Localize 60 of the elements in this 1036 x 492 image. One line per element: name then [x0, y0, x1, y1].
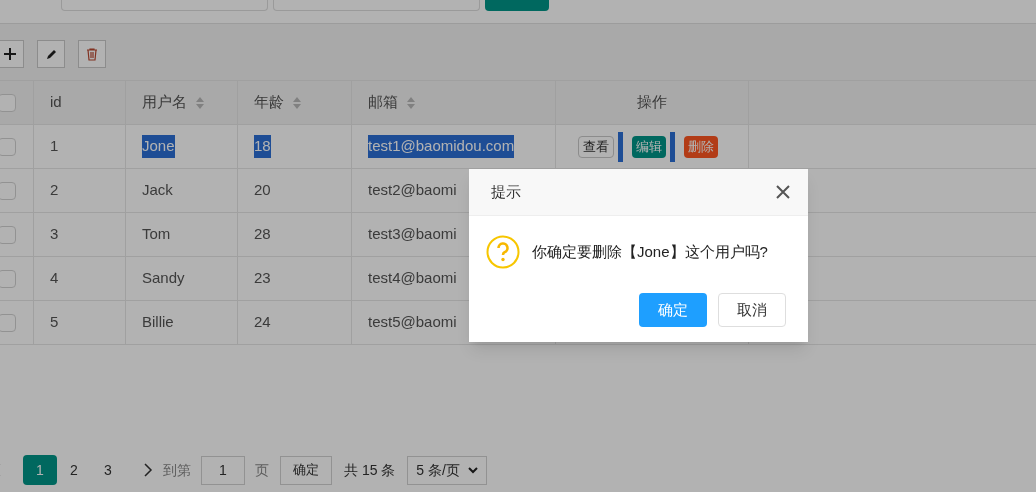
pencil-icon	[44, 47, 58, 61]
selection-highlight	[670, 131, 675, 162]
table-cell-text: 23	[254, 268, 271, 289]
page-input[interactable]: 1	[201, 455, 245, 485]
table-cell-text: test3@baomi	[368, 224, 457, 245]
chevron-right-icon[interactable]	[143, 463, 153, 477]
close-icon[interactable]	[776, 185, 790, 199]
table-cell-text: Sandy	[142, 268, 185, 289]
column-header: 年龄	[254, 92, 284, 113]
confirm-button[interactable]: 确定	[280, 455, 332, 485]
column-header: 用户名	[142, 92, 187, 113]
table-cell-text: Tom	[142, 224, 171, 245]
column-header: 邮箱	[368, 92, 398, 113]
selection-highlight	[618, 131, 623, 162]
toolbar-button[interactable]	[37, 40, 65, 68]
trash-icon	[85, 47, 99, 61]
table-cell-text: 2	[50, 180, 59, 201]
table-cell-text: 4	[50, 268, 59, 289]
checkbox[interactable]	[0, 269, 16, 288]
table-cell-text: test4@baomi	[368, 268, 457, 289]
dialog-message: 你确定要删除【Jone】这个用户吗?	[532, 241, 768, 262]
table-cell-text: 5	[50, 312, 59, 333]
goto-label: 到第	[163, 460, 191, 480]
table-cell-text: Jack	[142, 180, 173, 201]
table-cell: 18	[254, 135, 271, 158]
total-count: 共 15 条	[344, 460, 396, 480]
sort-icon[interactable]	[406, 95, 416, 110]
page-button[interactable]: 2	[57, 455, 91, 485]
table-cell-text: test2@baomi	[368, 180, 457, 201]
page-button[interactable]: 3	[91, 455, 125, 485]
column-header: id	[50, 92, 62, 113]
search-button[interactable]	[485, 0, 549, 11]
question-icon	[486, 235, 520, 269]
checkbox[interactable]	[0, 181, 16, 200]
table-cell-text: 28	[254, 224, 271, 245]
checkbox[interactable]	[0, 225, 16, 244]
table-cell-text: test5@baomi	[368, 312, 457, 333]
checkbox[interactable]	[0, 93, 16, 112]
table-cell: test1@baomidou.com	[368, 135, 515, 158]
table-cell-text: Billie	[142, 312, 174, 333]
table-cell: Jone	[142, 135, 175, 158]
table-cell-text: 24	[254, 312, 271, 333]
page-label: 页	[255, 460, 269, 480]
table-cell-text: 20	[254, 180, 271, 201]
chevron-down-icon	[467, 466, 478, 474]
table-cell-text: 3	[50, 224, 59, 245]
dialog-title: 提示	[491, 181, 521, 202]
dialog-button[interactable]: 取消	[718, 293, 786, 327]
checkbox[interactable]	[0, 313, 16, 332]
search-field[interactable]	[273, 0, 480, 11]
table-cell-text: 1	[50, 136, 59, 157]
action-button[interactable]: 查看	[578, 135, 614, 158]
checkbox[interactable]	[0, 137, 16, 156]
column-header: 操作	[637, 92, 667, 113]
search-field[interactable]	[61, 0, 268, 11]
sort-icon[interactable]	[195, 95, 205, 110]
sort-icon[interactable]	[292, 95, 302, 110]
page-size-select[interactable]: 5 条/页	[407, 455, 487, 485]
plus-icon	[3, 47, 17, 61]
toolbar-button[interactable]	[0, 40, 24, 68]
